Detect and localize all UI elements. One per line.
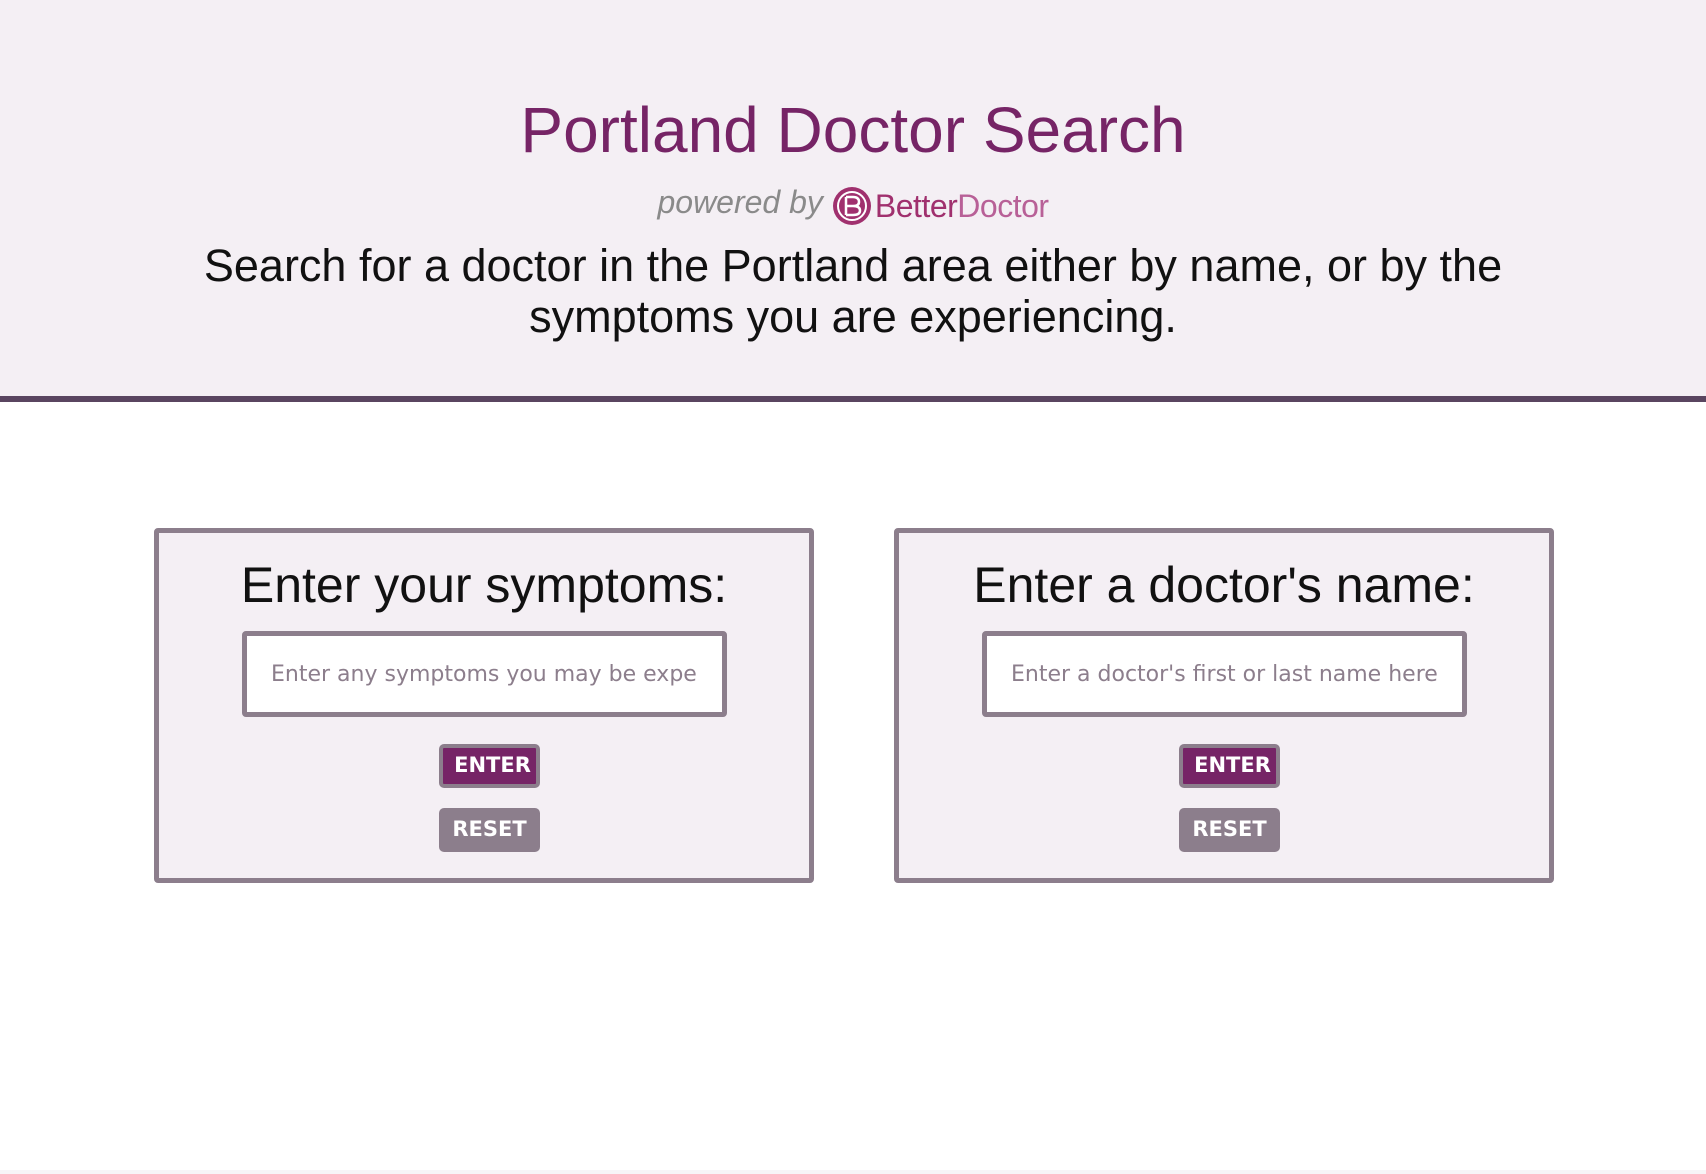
doctor-name-search-panel: Enter a doctor's name: ENTER RESET <box>894 528 1554 883</box>
doctor-name-enter-button[interactable]: ENTER <box>1179 744 1280 788</box>
betterdoctor-logo-icon <box>832 187 871 225</box>
powered-by-row: powered by BetterDoctor <box>0 182 1706 230</box>
doctor-name-reset-button[interactable]: RESET <box>1179 808 1280 852</box>
symptoms-input[interactable] <box>242 631 727 717</box>
symptoms-search-panel: Enter your symptoms: ENTER RESET <box>154 528 814 883</box>
brand-better: Better <box>874 187 958 224</box>
symptoms-enter-button[interactable]: ENTER <box>439 744 540 788</box>
page-bottom-edge <box>0 1170 1706 1174</box>
page-header: Portland Doctor Search powered by Better… <box>0 0 1706 402</box>
symptoms-heading: Enter your symptoms: <box>240 557 728 613</box>
page-title: Portland Doctor Search <box>520 94 1186 166</box>
betterdoctor-logo[interactable]: BetterDoctor <box>831 185 1049 227</box>
page-tagline: Search for a doctor in the Portland area… <box>203 240 1503 342</box>
powered-by-text: powered by <box>657 183 823 220</box>
doctor-name-heading: Enter a doctor's name: <box>973 557 1475 613</box>
brand-doctor: Doctor <box>957 187 1049 224</box>
betterdoctor-brand: BetterDoctor <box>875 188 1049 225</box>
symptoms-reset-button[interactable]: RESET <box>439 808 540 852</box>
doctor-name-input[interactable] <box>982 631 1467 717</box>
